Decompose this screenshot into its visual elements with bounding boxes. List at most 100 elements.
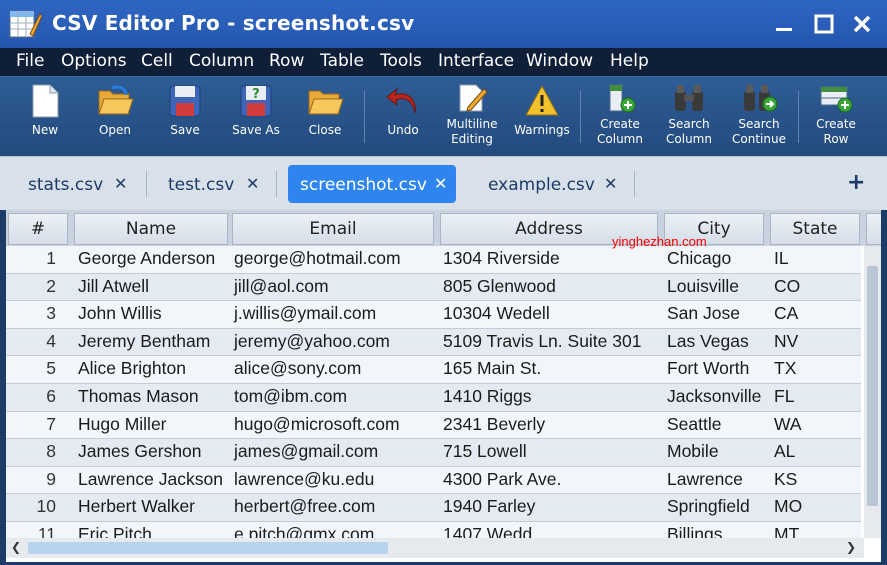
row-number-cell[interactable]: 7 (26, 414, 56, 435)
menu-file[interactable]: File (16, 51, 44, 71)
table-row[interactable]: 11 Eric Pitch e.pitch@gmx.com 1407 Wedd Bill… (6, 522, 861, 538)
address-cell[interactable]: 2341 Beverly (443, 414, 545, 435)
create-row-button[interactable]: Create Row (810, 77, 862, 157)
close-window-icon[interactable] (848, 10, 876, 38)
address-cell[interactable]: 715 Lowell (443, 441, 527, 462)
vertical-scroll-thumb[interactable] (867, 266, 878, 506)
close-button[interactable]: Close (300, 77, 350, 157)
city-cell[interactable]: Fort Worth (667, 358, 749, 379)
row-number-cell[interactable]: 11 (26, 524, 56, 538)
table-row[interactable]: 4 Jeremy Bentham jeremy@yahoo.com 5109 Trav… (6, 328, 861, 357)
table-row[interactable]: 3 John Willis j.willis@ymail.com 10304 Wede… (6, 301, 861, 329)
state-cell[interactable]: IL (774, 248, 789, 269)
state-cell[interactable]: AL (774, 441, 795, 462)
city-cell[interactable]: Jacksonville (667, 386, 761, 407)
row-number-cell[interactable]: 8 (26, 441, 56, 462)
row-number-cell[interactable]: 4 (26, 331, 56, 352)
menu-tools[interactable]: Tools (380, 51, 422, 71)
row-number-cell[interactable]: 3 (26, 303, 56, 324)
close-tab-icon[interactable]: ✕ (604, 174, 617, 193)
city-cell[interactable]: Billings (667, 524, 722, 538)
maximize-icon[interactable] (810, 10, 838, 38)
new-button[interactable]: New (20, 77, 70, 157)
state-cell[interactable]: CO (774, 276, 800, 297)
row-number-cell[interactable]: 2 (26, 276, 56, 297)
minimize-icon[interactable] (770, 10, 798, 38)
row-number-cell[interactable]: 1 (26, 248, 56, 269)
city-cell[interactable]: Seattle (667, 414, 721, 435)
horizontal-scrollbar[interactable]: ❮ ❯ (6, 538, 864, 558)
table-row[interactable]: 6 Thomas Mason tom@ibm.com 1410 Riggs Jackso… (6, 384, 861, 412)
email-cell[interactable]: tom@ibm.com (234, 386, 347, 407)
tab-test[interactable]: test.csv ✕ (154, 165, 266, 203)
city-cell[interactable]: San Jose (667, 303, 740, 324)
row-number-cell[interactable]: 9 (26, 469, 56, 490)
email-cell[interactable]: alice@sony.com (234, 358, 361, 379)
name-cell[interactable]: Jill Atwell (78, 276, 149, 297)
table-row[interactable]: 8 James Gershon james@gmail.com 715 Lowell M… (6, 439, 861, 467)
name-cell[interactable]: Lawrence Jackson (78, 469, 223, 490)
tab-example[interactable]: example.csv ✕ (474, 165, 624, 203)
name-cell[interactable]: George Anderson (78, 248, 215, 269)
search-continue-button[interactable]: Search Continue (728, 77, 790, 157)
horizontal-scroll-thumb[interactable] (28, 542, 388, 554)
address-cell[interactable]: 1940 Farley (443, 496, 535, 517)
column-header-index[interactable]: # (8, 213, 68, 245)
state-cell[interactable]: WA (774, 414, 802, 435)
city-cell[interactable]: Las Vegas (667, 331, 749, 352)
menu-row[interactable]: Row (269, 51, 304, 71)
row-number-cell[interactable]: 6 (26, 386, 56, 407)
name-cell[interactable]: Thomas Mason (78, 386, 199, 407)
address-cell[interactable]: 805 Glenwood (443, 276, 556, 297)
vertical-scrollbar[interactable] (864, 246, 881, 538)
address-cell[interactable]: 4300 Park Ave. (443, 469, 561, 490)
table-row[interactable]: 1 George Anderson george@hotmail.com 1304 R… (6, 246, 861, 274)
add-tab-button[interactable]: + (847, 170, 865, 195)
undo-button[interactable]: Undo (378, 77, 428, 157)
row-number-cell[interactable]: 10 (26, 496, 56, 517)
email-cell[interactable]: jill@aol.com (234, 276, 329, 297)
close-tab-icon[interactable]: ✕ (434, 174, 447, 193)
name-cell[interactable]: Jeremy Bentham (78, 331, 210, 352)
address-cell[interactable]: 10304 Wedell (443, 303, 550, 324)
email-cell[interactable]: j.willis@ymail.com (234, 303, 376, 324)
name-cell[interactable]: James Gershon (78, 441, 202, 462)
city-cell[interactable]: Springfield (667, 496, 750, 517)
city-cell[interactable]: Lawrence (667, 469, 743, 490)
name-cell[interactable]: Alice Brighton (78, 358, 186, 379)
state-cell[interactable]: KS (774, 469, 797, 490)
table-row[interactable]: 9 Lawrence Jackson lawrence@ku.edu 4300 Par… (6, 466, 861, 495)
city-cell[interactable]: Louisville (667, 276, 739, 297)
state-cell[interactable]: NV (774, 331, 798, 352)
state-cell[interactable]: MT (774, 524, 799, 538)
name-cell[interactable]: Hugo Miller (78, 414, 167, 435)
state-cell[interactable]: MO (774, 496, 802, 517)
city-cell[interactable]: Mobile (667, 441, 719, 462)
address-cell[interactable]: 165 Main St. (443, 358, 541, 379)
table-row[interactable]: 10 Herbert Walker herbert@free.com 1940 Far… (6, 494, 861, 522)
table-row[interactable]: 2 Jill Atwell jill@aol.com 805 Glenwood Loui… (6, 273, 861, 302)
email-cell[interactable]: e.pitch@gmx.com (234, 524, 374, 538)
search-column-button[interactable]: Search Column (660, 77, 718, 157)
warnings-button[interactable]: Warnings (512, 77, 572, 157)
save-as-button[interactable]: ? Save As (228, 77, 284, 157)
email-cell[interactable]: herbert@free.com (234, 496, 375, 517)
tab-stats[interactable]: stats.csv ✕ (14, 165, 138, 203)
name-cell[interactable]: Herbert Walker (78, 496, 195, 517)
city-cell[interactable]: Chicago (667, 248, 731, 269)
address-cell[interactable]: 5109 Travis Ln. Suite 301 (443, 331, 641, 352)
name-cell[interactable]: Eric Pitch (78, 524, 152, 538)
menu-column[interactable]: Column (189, 51, 254, 71)
close-tab-icon[interactable]: ✕ (246, 174, 259, 193)
state-cell[interactable]: FL (774, 386, 794, 407)
email-cell[interactable]: hugo@microsoft.com (234, 414, 400, 435)
email-cell[interactable]: george@hotmail.com (234, 248, 401, 269)
scroll-left-icon[interactable]: ❮ (11, 540, 21, 554)
open-button[interactable]: Open (90, 77, 140, 157)
address-cell[interactable]: 1407 Wedd (443, 524, 532, 538)
column-header-name[interactable]: Name (74, 213, 228, 245)
state-cell[interactable]: TX (774, 358, 796, 379)
column-header-state[interactable]: State (770, 213, 860, 245)
create-column-button[interactable]: Create Column (592, 77, 648, 157)
menu-help[interactable]: Help (610, 51, 649, 71)
